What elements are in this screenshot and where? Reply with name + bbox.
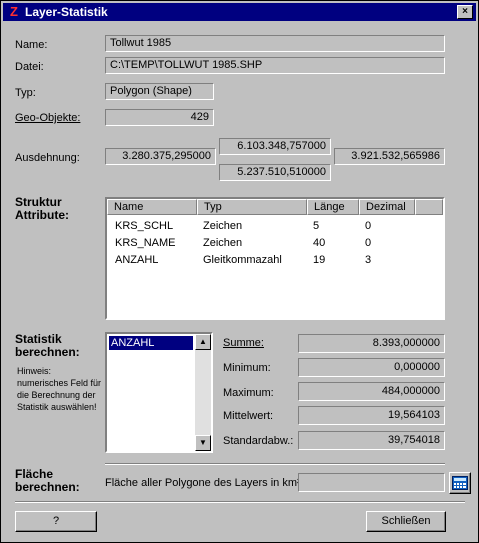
calculator-icon	[452, 476, 468, 490]
scroll-down-arrow-icon[interactable]: ▼	[195, 435, 211, 451]
divider	[105, 463, 445, 465]
row-cell-name: KRS_NAME	[115, 237, 176, 249]
list-item-selected[interactable]: ANZAHL	[109, 336, 193, 350]
name-label: Name:	[15, 39, 48, 51]
name-field: Tollwut 1985	[105, 35, 445, 52]
layer-statistics-window: Z Layer-Statistik × Name: Tollwut 1985 D…	[0, 0, 479, 543]
file-label: Datei:	[15, 61, 44, 73]
extent-top-field: 6.103.348,757000	[219, 138, 331, 155]
type-field: Polygon (Shape)	[105, 83, 214, 100]
row-cell-decimal: 3	[365, 254, 372, 266]
column-header-decimal[interactable]: Dezimal	[359, 199, 415, 215]
row-cell-name: KRS_SCHL	[115, 220, 174, 232]
max-field: 484,000000	[298, 382, 445, 401]
std-label: Standardabw.:	[223, 435, 294, 447]
geo-objects-label[interactable]: Geo-Objekte:	[15, 112, 80, 125]
close-window-button[interactable]: ×	[457, 5, 473, 19]
close-button[interactable]: Schließen	[366, 511, 446, 532]
area-label-line1: Fläche	[15, 467, 54, 481]
max-label: Maximum:	[223, 387, 274, 399]
window-title: Layer-Statistik	[25, 5, 108, 19]
numeric-field-list[interactable]: ANZAHL ▲ ▼	[105, 332, 213, 453]
structure-label-line2: Attribute:	[15, 208, 69, 222]
attribute-table-header: Name Typ Länge Dezimal	[107, 199, 443, 215]
sum-field: 8.393,000000	[298, 334, 445, 353]
extent-label: Ausdehnung:	[15, 152, 80, 164]
extent-right-field: 3.921.532,565986	[334, 148, 445, 165]
calculate-area-button[interactable]	[449, 472, 471, 494]
mean-label: Mittelwert:	[223, 410, 274, 422]
row-cell-decimal: 0	[365, 237, 372, 249]
extent-left-field: 3.280.375,295000	[105, 148, 216, 165]
structure-label-line1: Struktur	[15, 195, 62, 209]
min-label: Minimum:	[223, 362, 271, 374]
row-cell-type: Zeichen	[203, 237, 243, 249]
mean-field: 19,564103	[298, 406, 445, 425]
min-field: 0,000000	[298, 358, 445, 377]
area-result-field	[298, 473, 445, 492]
extent-bottom-field: 5.237.510,510000	[219, 164, 331, 181]
column-header-name[interactable]: Name	[107, 199, 197, 215]
type-label: Typ:	[15, 87, 36, 99]
column-header-type[interactable]: Typ	[197, 199, 307, 215]
app-logo-icon: Z	[10, 4, 18, 19]
file-field: C:\TEMP\TOLLWUT 1985.SHP	[105, 57, 445, 74]
geo-objects-field: 429	[105, 109, 214, 126]
sum-label[interactable]: Summe:	[223, 337, 264, 350]
area-description: Fläche aller Polygone des Layers in km²:	[105, 477, 304, 489]
std-field: 39,754018	[298, 431, 445, 450]
column-header-length[interactable]: Länge	[307, 199, 359, 215]
statistics-label-line2: berechnen:	[15, 345, 80, 359]
statistics-label-line1: Statistik	[15, 332, 62, 346]
scroll-up-arrow-icon[interactable]: ▲	[195, 334, 211, 350]
title-bar: Z Layer-Statistik ×	[3, 3, 476, 21]
attribute-table[interactable]: Name Typ Länge Dezimal KRS_SCHL Zeichen …	[105, 197, 445, 320]
row-cell-type: Zeichen	[203, 220, 243, 232]
row-cell-decimal: 0	[365, 220, 372, 232]
row-cell-length: 40	[313, 237, 326, 249]
list-scrollbar[interactable]: ▲ ▼	[195, 334, 211, 451]
row-cell-name: ANZAHL	[115, 254, 159, 266]
statistics-hint: Hinweis: numerisches Feld für die Berech…	[17, 366, 102, 412]
column-header-filler	[415, 199, 443, 215]
area-label-line2: berechnen:	[15, 480, 80, 494]
row-cell-length: 19	[313, 254, 326, 266]
row-cell-type: Gleitkommazahl	[203, 254, 282, 266]
help-button[interactable]: ?	[15, 511, 97, 532]
footer-divider	[15, 501, 465, 503]
row-cell-length: 5	[313, 220, 320, 232]
